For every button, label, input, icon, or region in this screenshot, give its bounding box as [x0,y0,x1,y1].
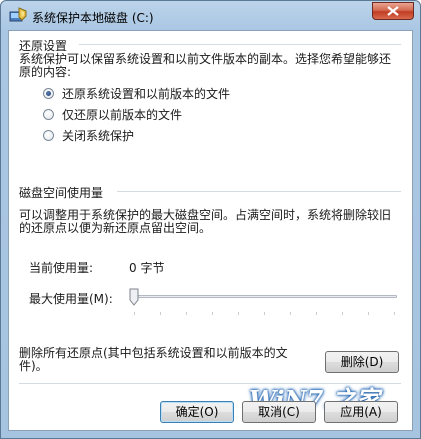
disk-usage-description: 可以调整用于系统保护的最大磁盘空间。占满空间时，系统将删除较旧的还原点以便为新还… [19,208,392,235]
disk-usage-header: 磁盘空间使用量 [19,186,104,200]
current-usage-value: 0 字节 [129,261,165,275]
radio-restore-files-only[interactable]: 仅还原以前版本的文件 [43,106,182,122]
radio-button[interactable] [43,129,54,141]
radio-label: 还原系统设置和以前版本的文件 [62,86,231,101]
title-bar[interactable]: 系统保护本地磁盘 (C:) [1,1,420,29]
current-usage-label: 当前使用量: [29,261,94,275]
radio-button-checked[interactable] [43,87,54,99]
section-divider [117,191,401,192]
dialog-window: 系统保护本地磁盘 (C:) 还原设置 系统保护可以保留系统设置和以前文件版本的副… [0,0,421,439]
restore-settings-description: 系统保护可以保留系统设置和以前文件版本的副本。选择您希望能够还原的内容: [19,52,392,79]
ok-button[interactable]: 确定(O) [160,401,234,423]
section-divider [79,44,401,45]
delete-button[interactable]: 删除(D) [325,351,399,373]
close-button[interactable] [372,2,414,20]
max-usage-slider-track[interactable] [131,295,397,298]
max-usage-label: 最大使用量(M): [29,292,113,306]
slider-ticks [134,312,396,315]
radio-label: 关闭系统保护 [62,128,135,143]
dialog-content: 还原设置 系统保护可以保留系统设置和以前文件版本的副本。选择您希望能够还原的内容… [8,30,413,431]
apply-button[interactable]: 应用(A) [324,401,398,423]
radio-label: 仅还原以前版本的文件 [62,107,183,122]
radio-button[interactable] [43,108,54,120]
delete-description: 删除所有还原点(其中包括系统设置和以前版本的文件)。 [19,346,288,373]
close-icon [387,6,399,16]
window-title: 系统保护本地磁盘 (C:) [32,11,154,25]
cancel-button[interactable]: 取消(C) [242,401,316,423]
radio-restore-system-and-files[interactable]: 还原系统设置和以前版本的文件 [43,85,230,101]
max-usage-slider-thumb[interactable] [129,288,139,306]
radio-turn-off-protection[interactable]: 关闭系统保护 [43,127,134,143]
system-protection-icon [9,7,27,22]
